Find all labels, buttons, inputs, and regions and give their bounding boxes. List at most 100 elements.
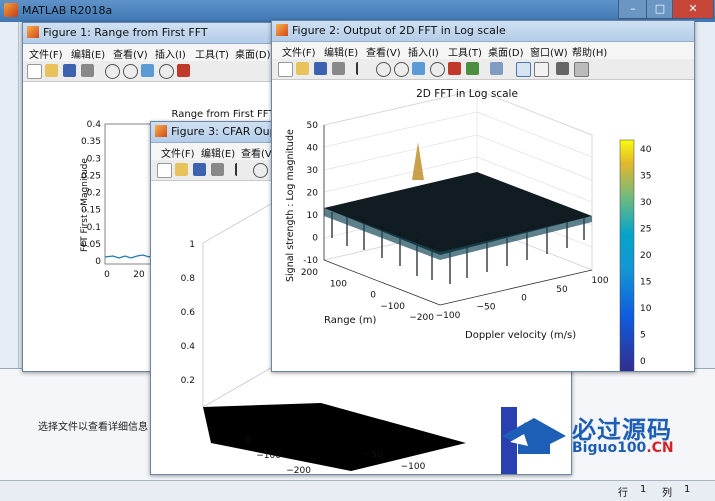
datatip-icon[interactable] bbox=[177, 64, 190, 77]
figure1-ytick-label: 0.25 bbox=[81, 171, 101, 181]
print-icon[interactable] bbox=[332, 62, 345, 75]
figure2-toolbar bbox=[272, 59, 694, 80]
new-figure-icon[interactable] bbox=[27, 64, 42, 79]
new-figure-icon[interactable] bbox=[157, 163, 172, 178]
close-button[interactable]: ✕ bbox=[672, 0, 714, 19]
menu-file[interactable]: 文件(F) bbox=[282, 44, 316, 59]
status-row-value: 1 bbox=[640, 484, 647, 495]
pointer-icon[interactable] bbox=[356, 62, 371, 75]
status-row-label: 行 bbox=[618, 488, 628, 499]
zoom-in-icon[interactable] bbox=[253, 163, 268, 178]
figure2-colorbar-tick-label: 25 bbox=[640, 225, 651, 235]
figure2-ztick-label: 20 bbox=[307, 189, 319, 199]
menu-view[interactable]: 查看(V) bbox=[366, 44, 401, 59]
figure2-doppler-ticks: −100 −50 0 50 100 bbox=[436, 276, 609, 321]
figure3-range-tick-label: 0 bbox=[245, 436, 251, 446]
open-icon[interactable] bbox=[175, 163, 188, 176]
save-icon[interactable] bbox=[193, 163, 206, 176]
show-tools-icon[interactable] bbox=[574, 62, 589, 77]
menu-insert[interactable]: 插入(I) bbox=[408, 44, 439, 59]
figure3-range-tick-label: −200 bbox=[286, 466, 311, 474]
colorbar-toggle-icon[interactable] bbox=[516, 62, 531, 77]
save-icon[interactable] bbox=[63, 64, 76, 77]
print-icon[interactable] bbox=[81, 64, 94, 77]
menu-file[interactable]: 文件(F) bbox=[29, 46, 63, 61]
figure2-doppler-tick-label: −100 bbox=[436, 311, 461, 321]
figure2-colorbar-tick-label: 0 bbox=[640, 357, 646, 367]
figure2-title: Figure 2: Output of 2D FFT in Log scale bbox=[292, 24, 506, 37]
menu-desktop[interactable]: 桌面(D) bbox=[235, 46, 271, 61]
hide-tools-icon[interactable] bbox=[556, 62, 569, 75]
figure1-ytick-label: 0.15 bbox=[81, 206, 101, 216]
status-col-value: 1 bbox=[684, 484, 691, 495]
maximize-button[interactable]: □ bbox=[646, 0, 674, 19]
pan-icon[interactable] bbox=[412, 62, 425, 75]
rotate-icon[interactable] bbox=[430, 62, 445, 77]
figure1-plot-title: Range from First FFT bbox=[172, 109, 276, 120]
datatip-icon[interactable] bbox=[448, 62, 461, 75]
figure2-range-tick-label: 0 bbox=[370, 291, 376, 301]
figure1-ytick-label: 0.35 bbox=[81, 137, 101, 147]
menu-help[interactable]: 帮助(H) bbox=[572, 44, 607, 59]
menu-edit[interactable]: 编辑(E) bbox=[201, 145, 235, 160]
status-col-label: 列 bbox=[662, 488, 672, 499]
menu-edit[interactable]: 编辑(E) bbox=[324, 44, 358, 59]
menu-tools[interactable]: 工具(T) bbox=[448, 44, 482, 59]
figure1-ytick-label: 0.05 bbox=[81, 240, 101, 250]
pointer-icon[interactable] bbox=[235, 163, 250, 176]
figure2-ztick-label: 30 bbox=[307, 166, 319, 176]
figure2-doppler-tick-label: 0 bbox=[521, 294, 527, 304]
save-icon[interactable] bbox=[314, 62, 327, 75]
figure2-menu-bar: 文件(F) 编辑(E) 查看(V) 插入(I) 工具(T) 桌面(D) 窗口(W… bbox=[272, 42, 694, 59]
figure2-colorbar-tick-label: 35 bbox=[640, 172, 651, 182]
open-icon[interactable] bbox=[296, 62, 309, 75]
figure2-colorbar-tick-label: 5 bbox=[640, 331, 646, 341]
matlab-title-bar: MATLAB R2018a – □ ✕ bbox=[0, 0, 715, 22]
zoom-in-icon[interactable] bbox=[376, 62, 391, 77]
menu-tools[interactable]: 工具(T) bbox=[195, 46, 229, 61]
watermark-subtext: Biguo100.CN bbox=[572, 440, 674, 456]
new-figure-icon[interactable] bbox=[278, 62, 293, 77]
figure1-xtick-label: 0 bbox=[104, 270, 110, 280]
right-strip bbox=[694, 22, 715, 368]
figure3-ztick-label: 0.8 bbox=[181, 274, 196, 284]
figure2-colorbar-tick-label: 40 bbox=[640, 145, 652, 155]
figure2-ztick-label: 40 bbox=[307, 144, 319, 154]
menu-insert[interactable]: 插入(I) bbox=[155, 46, 186, 61]
figure2-colorbar-ticks: 40 35 30 25 20 15 10 5 0 bbox=[640, 145, 652, 367]
figure3-surface bbox=[203, 403, 466, 471]
watermark-sub-right: .CN bbox=[646, 440, 674, 456]
figure2-zlabel: Signal strength : Log magnitude bbox=[285, 129, 296, 282]
menu-window[interactable]: 窗口(W) bbox=[530, 44, 568, 59]
pan-icon[interactable] bbox=[141, 64, 154, 77]
brush-icon[interactable] bbox=[466, 62, 479, 75]
figure2-zticks: 50 40 30 20 10 0 -10 bbox=[303, 121, 318, 266]
legend-toggle-icon[interactable] bbox=[534, 62, 549, 77]
link-icon[interactable] bbox=[490, 62, 503, 75]
figure2-ztick-label: -10 bbox=[303, 256, 318, 266]
zoom-out-icon[interactable] bbox=[394, 62, 409, 77]
figure1-ytick-label: 0.1 bbox=[87, 223, 101, 233]
figure1-xtick-label: 20 bbox=[133, 270, 145, 280]
figure2-doppler-tick-label: 100 bbox=[591, 276, 608, 286]
figure3-ztick-label: 1 bbox=[189, 240, 195, 250]
open-icon[interactable] bbox=[45, 64, 58, 77]
minimize-button[interactable]: – bbox=[618, 0, 648, 19]
rotate-icon[interactable] bbox=[159, 64, 174, 79]
zoom-in-icon[interactable] bbox=[105, 64, 120, 79]
menu-desktop[interactable]: 桌面(D) bbox=[488, 44, 524, 59]
figure2-plot-area: 2D FFT in Log scale Signal strength : Lo… bbox=[272, 80, 694, 371]
figure1-title: Figure 1: Range from First FFT bbox=[43, 26, 208, 39]
zoom-out-icon[interactable] bbox=[123, 64, 138, 79]
menu-file[interactable]: 文件(F) bbox=[161, 145, 195, 160]
menu-view[interactable]: 查看(V) bbox=[113, 46, 148, 61]
figure2-colorbar bbox=[619, 139, 635, 371]
figure1-ytick-label: 0.2 bbox=[87, 189, 101, 199]
print-icon[interactable] bbox=[211, 163, 224, 176]
figure2-title-bar[interactable]: Figure 2: Output of 2D FFT in Log scale bbox=[272, 21, 694, 42]
figure2-window[interactable]: Figure 2: Output of 2D FFT in Log scale … bbox=[271, 20, 695, 372]
figure2-doppler-axis bbox=[439, 269, 593, 306]
menu-edit[interactable]: 编辑(E) bbox=[71, 46, 105, 61]
figure1-ytick-label: 0.3 bbox=[87, 154, 101, 164]
figure2-ylabel: Range (m) bbox=[324, 315, 377, 326]
